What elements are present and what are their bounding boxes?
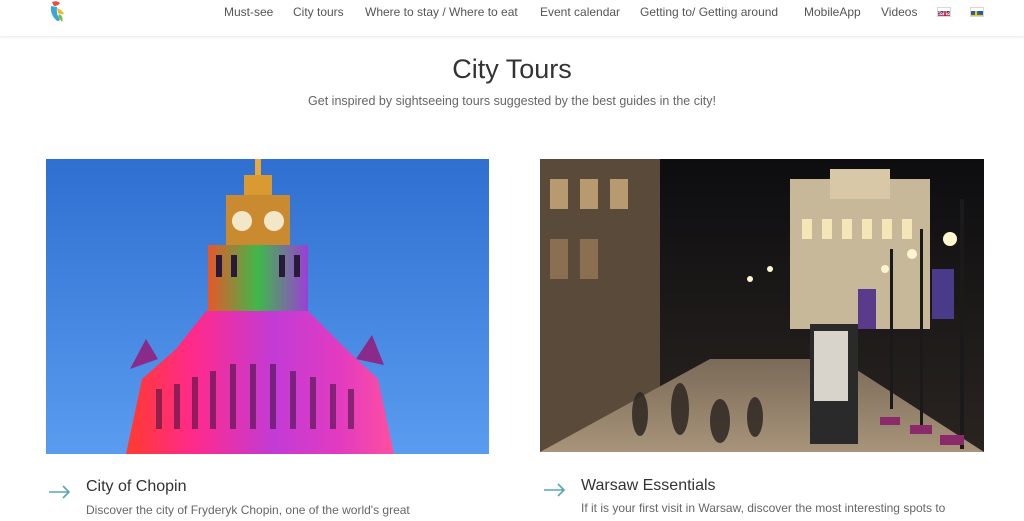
tour-image-city-of-chopin[interactable]	[46, 159, 489, 454]
nav-mobile-app[interactable]: MobileApp	[804, 5, 861, 19]
nav-getting-around[interactable]: Getting to/ Getting around	[640, 5, 778, 19]
tour-description-city-of-chopin: Discover the city of Fryderyk Chopin, on…	[86, 503, 410, 517]
nav-event-calendar[interactable]: Event calendar	[540, 5, 620, 19]
swedish-flag-icon[interactable]	[970, 7, 984, 17]
arrow-right-icon[interactable]	[543, 483, 567, 497]
nav-videos[interactable]: Videos	[881, 5, 917, 19]
nav-where-to-stay-eat[interactable]: Where to stay / Where to eat	[365, 5, 518, 19]
page-title: City Tours	[452, 54, 572, 84]
english-flag-icon[interactable]	[937, 7, 951, 17]
tour-description-warsaw-essentials: If it is your first visit in Warsaw, dis…	[581, 501, 946, 515]
tour-title-city-of-chopin[interactable]: City of Chopin	[86, 478, 187, 496]
main-navigation: Must-see City tours Where to stay / Wher…	[0, 5, 1024, 25]
nav-must-see[interactable]: Must-see	[224, 5, 273, 19]
page-subtitle: Get inspired by sightseeing tours sugges…	[308, 94, 716, 108]
nav-city-tours[interactable]: City tours	[293, 5, 344, 19]
arrow-right-icon[interactable]	[48, 485, 72, 499]
tour-image-warsaw-essentials[interactable]	[540, 159, 984, 452]
tour-title-warsaw-essentials[interactable]: Warsaw Essentials	[581, 477, 716, 495]
site-header: Must-see City tours Where to stay / Wher…	[0, 0, 1024, 36]
